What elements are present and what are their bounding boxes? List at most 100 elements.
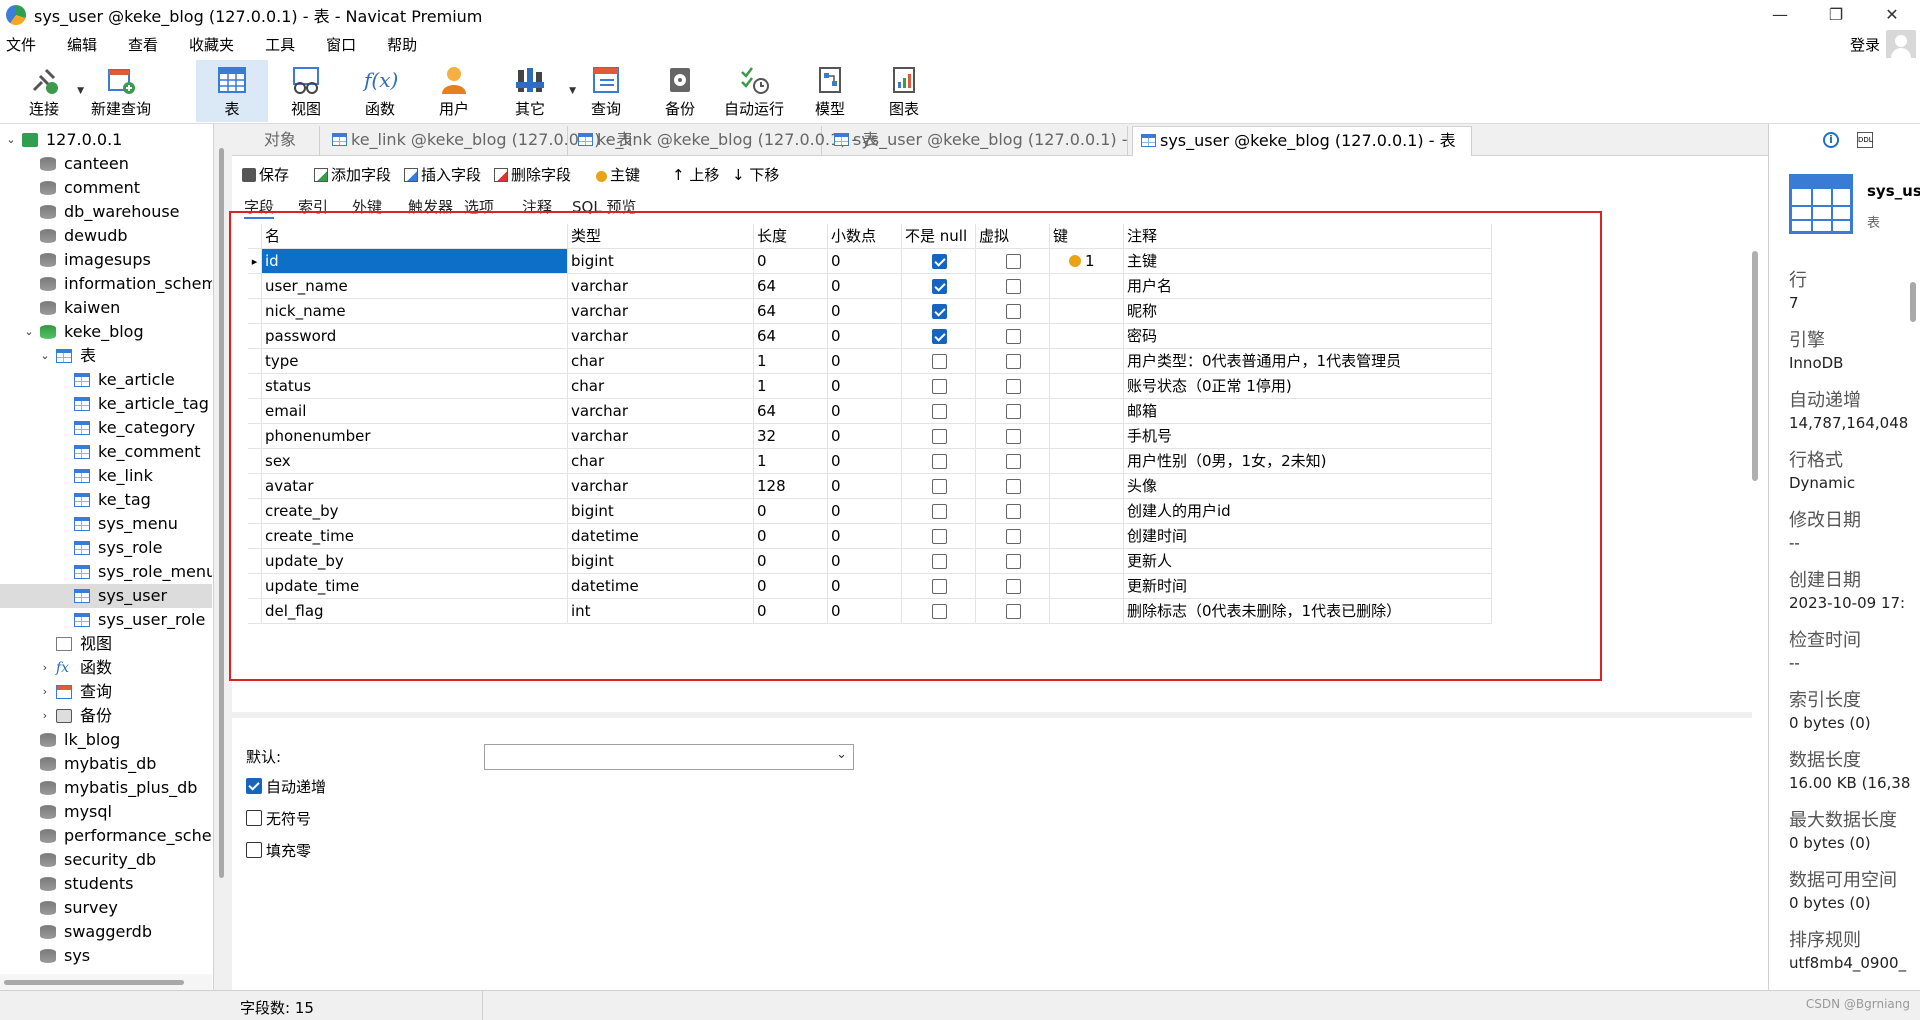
tree-database[interactable]: db_warehouse <box>0 200 212 224</box>
tree-table[interactable]: ke_article_tag <box>0 392 212 416</box>
tree-label: sys <box>64 946 91 965</box>
tree-database[interactable]: swaggerdb <box>0 920 212 944</box>
tree-database[interactable]: mysql <box>0 800 212 824</box>
info-value: 0 bytes (0) <box>1789 834 1871 852</box>
tree-database[interactable]: performance_schema <box>0 824 212 848</box>
save-button[interactable]: 保存 <box>242 164 289 185</box>
add-field-label: 添加字段 <box>331 166 392 184</box>
menu-edit[interactable]: 编辑 <box>61 34 110 55</box>
tree-functions-node[interactable]: › fx 函数 <box>0 656 212 680</box>
chevron-down-icon[interactable]: ▼ <box>77 86 84 96</box>
menu-view[interactable]: 查看 <box>122 34 171 55</box>
tree-horizontal-scrollbar[interactable] <box>0 974 212 990</box>
tree-database[interactable]: survey <box>0 896 212 920</box>
scrollbar-thumb[interactable] <box>219 148 224 878</box>
function-button[interactable]: f(x) 函数 <box>344 60 416 122</box>
info-icon[interactable]: i <box>1823 132 1839 148</box>
user-button[interactable]: 用户 <box>418 60 490 122</box>
chevron-right-icon[interactable]: › <box>38 656 52 680</box>
primary-key-button[interactable]: 主键 <box>596 164 640 185</box>
tree-views-node[interactable]: 视图 <box>0 632 212 656</box>
chevron-down-icon[interactable]: ⌄ <box>22 320 36 344</box>
menu-window[interactable]: 窗口 <box>320 34 369 55</box>
zerofill-checkbox[interactable] <box>246 842 262 858</box>
tree-database[interactable]: mybatis_db <box>0 752 212 776</box>
info-scrollbar[interactable] <box>1910 282 1916 322</box>
tab-table-design[interactable]: sys_user @keke_blog (127.0.0.1) - 表 <box>1132 126 1472 156</box>
login-link[interactable]: 登录 <box>1850 34 1880 55</box>
move-up-button[interactable]: ↑ 上移 <box>672 164 719 185</box>
backup-button[interactable]: 备份 <box>644 60 716 122</box>
database-icon <box>40 805 56 819</box>
user-avatar-icon[interactable] <box>1886 30 1916 60</box>
view-button[interactable]: 视图 <box>270 60 342 122</box>
table-button[interactable]: 表 <box>196 60 268 122</box>
grid-vertical-scrollbar[interactable] <box>1752 251 1758 481</box>
connect-button[interactable]: 连接 ▼ <box>14 60 84 122</box>
tab-table-design[interactable]: ke_link @keke_blog (127.0.0.1) - 表 <box>570 126 878 156</box>
tree-database[interactable]: lk_blog <box>0 728 212 752</box>
tree-table[interactable]: ke_link <box>0 464 212 488</box>
new-query-button[interactable]: 新建查询 <box>88 60 154 122</box>
tree-vertical-scrollbar[interactable] <box>214 124 230 990</box>
other-button[interactable]: 其它 ▼ <box>494 60 576 122</box>
insert-field-button[interactable]: 插入字段 <box>404 164 481 185</box>
tree-database[interactable]: students <box>0 872 212 896</box>
scrollbar-thumb[interactable] <box>4 980 184 985</box>
auto-increment-checkbox[interactable] <box>246 778 262 794</box>
tree-table[interactable]: sys_role <box>0 536 212 560</box>
tree-database[interactable]: imagesups <box>0 248 212 272</box>
menu-favorites[interactable]: 收藏夹 <box>183 34 247 55</box>
menu-file[interactable]: 文件 <box>0 34 49 55</box>
tree-label: keke_blog <box>64 322 144 341</box>
unsigned-checkbox[interactable] <box>246 810 262 826</box>
object-info-panel: i DDL sys_user 表 行 7 引擎 InnoDB 自动递增 14,787,16… <box>1768 124 1920 990</box>
tree-backups-node[interactable]: › 备份 <box>0 704 212 728</box>
tree-database[interactable]: information_schema <box>0 272 212 296</box>
tree-database-open[interactable]: ⌄ keke_blog <box>0 320 212 344</box>
chart-button[interactable]: 图表 <box>868 60 940 122</box>
tree-database[interactable]: security_db <box>0 848 212 872</box>
model-button[interactable]: 模型 <box>794 60 866 122</box>
delete-field-button[interactable]: 删除字段 <box>494 164 571 185</box>
tree-table[interactable]: sys_user_role <box>0 608 212 632</box>
tree-table[interactable]: ke_tag <box>0 488 212 512</box>
table-design-icon <box>332 133 347 146</box>
tree-label: mybatis_db <box>64 754 157 773</box>
maximize-icon[interactable]: ❐ <box>1808 0 1864 30</box>
close-icon[interactable]: ✕ <box>1864 0 1920 30</box>
add-field-button[interactable]: 添加字段 <box>314 164 391 185</box>
chevron-right-icon[interactable]: › <box>38 680 52 704</box>
tree-database[interactable]: canteen <box>0 152 212 176</box>
auto-run-button[interactable]: 自动运行 <box>718 60 790 122</box>
tree-database[interactable]: mybatis_plus_db <box>0 776 212 800</box>
highlight-frame <box>229 211 1602 681</box>
tree-table[interactable]: sys_role_menu <box>0 560 212 584</box>
tree-tables-node[interactable]: ⌄ 表 <box>0 344 212 368</box>
menu-tools[interactable]: 工具 <box>259 34 308 55</box>
tree-database[interactable]: dewudb <box>0 224 212 248</box>
minimize-icon[interactable]: — <box>1752 0 1808 30</box>
tab-objects[interactable]: 对象 <box>232 126 320 156</box>
query-button[interactable]: 查询 <box>570 60 642 122</box>
chevron-down-icon[interactable]: ⌄ <box>38 344 52 368</box>
tree-connection[interactable]: ⌄ 127.0.0.1 <box>0 128 212 152</box>
tree-table[interactable]: ke_comment <box>0 440 212 464</box>
default-value-select[interactable]: ⌄ <box>484 744 854 770</box>
chevron-down-icon[interactable]: ⌄ <box>4 128 18 152</box>
tree-table[interactable]: sys_user <box>0 584 212 608</box>
tree-database[interactable]: kaiwen <box>0 296 212 320</box>
tree-table[interactable]: ke_article <box>0 368 212 392</box>
window-controls: — ❐ ✕ <box>1752 0 1920 30</box>
chevron-right-icon[interactable]: › <box>38 704 52 728</box>
tab-table-design[interactable]: sys_user @keke_blog (127.0.0.1) - 表 <box>826 126 1149 156</box>
tree-table[interactable]: sys_menu <box>0 512 212 536</box>
ddl-icon[interactable]: DDL <box>1857 132 1873 148</box>
tree-table[interactable]: ke_category <box>0 416 212 440</box>
tab-table-design[interactable]: ke_link @keke_blog (127.0.0.1) - 表 <box>324 126 632 156</box>
tree-database[interactable]: comment <box>0 176 212 200</box>
move-down-button[interactable]: ↓ 下移 <box>732 164 779 185</box>
tree-database[interactable]: sys <box>0 944 212 968</box>
tree-queries-node[interactable]: › 查询 <box>0 680 212 704</box>
menu-help[interactable]: 帮助 <box>381 34 430 55</box>
